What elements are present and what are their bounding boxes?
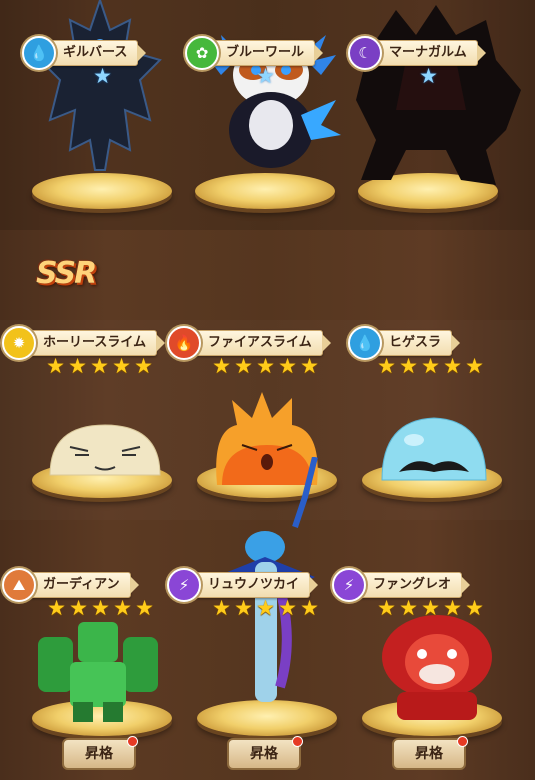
notification-dot	[292, 736, 303, 747]
star-icon: ★	[377, 596, 396, 620]
star-rating: ★ ★ ★ ★ ★	[376, 598, 485, 620]
star-icon: ★	[256, 64, 275, 88]
unit-card[interactable]: 💧 ギルバース ★	[20, 0, 190, 215]
ssr-badge: SSR	[36, 256, 97, 291]
star-rating: ★	[255, 66, 276, 88]
star-icon: ★	[278, 354, 297, 378]
water-element-icon: 💧	[22, 36, 56, 70]
star-icon: ★	[68, 354, 87, 378]
unit-card[interactable]: ✹ ホーリースライム ★ ★ ★ ★ ★	[0, 326, 172, 500]
unit-name: リュウノツカイ	[183, 572, 319, 598]
promote-button-label: 昇格	[415, 746, 443, 762]
fire-element-icon: 🔥	[167, 326, 201, 360]
star-icon: ★	[91, 596, 110, 620]
promote-button-label: 昇格	[250, 746, 278, 762]
dark-element-icon: ☾	[348, 36, 382, 70]
star-icon: ★	[465, 596, 484, 620]
wind-element-icon: ✿	[185, 36, 219, 70]
star-icon: ★	[256, 354, 275, 378]
star-icon: ★	[234, 596, 253, 620]
star-icon: ★	[421, 354, 440, 378]
unit-card[interactable]: ✿ ブルーワール ★	[183, 35, 353, 215]
creature-image	[381, 417, 487, 481]
star-rating: ★ ★ ★ ★ ★	[376, 356, 485, 378]
promote-button[interactable]: 昇格	[62, 736, 138, 770]
promote-button[interactable]: 昇格	[392, 736, 468, 770]
notification-dot	[127, 736, 138, 747]
creature-image	[382, 615, 492, 720]
star-icon: ★	[112, 354, 131, 378]
star-rating: ★	[92, 66, 113, 88]
unit-card[interactable]: ⛰ ガーディアン ★ ★ ★ ★ ★ 昇格	[0, 568, 172, 772]
star-icon: ★	[234, 354, 253, 378]
notification-dot	[457, 736, 468, 747]
star-rating: ★ ★ ★ ★ ★	[211, 598, 320, 620]
star-icon: ★	[135, 596, 154, 620]
star-rating: ★	[418, 66, 439, 88]
promote-button-label: 昇格	[85, 746, 113, 762]
star-rating: ★ ★ ★ ★ ★	[45, 356, 154, 378]
unit-card[interactable]: ☾ マーナガルム ★	[346, 5, 521, 215]
star-icon: ★	[300, 354, 319, 378]
star-icon: ★	[212, 354, 231, 378]
unit-card[interactable]: 💧 ヒゲスラ ★ ★ ★ ★ ★	[346, 326, 516, 500]
promote-button[interactable]: 昇格	[227, 736, 303, 770]
unit-card[interactable]: ⚡ ファングレオ ★ ★ ★ ★ ★ 昇格	[330, 568, 502, 772]
star-icon: ★	[256, 596, 275, 620]
thunder-element-icon: ⚡	[332, 568, 366, 602]
star-icon: ★	[419, 64, 438, 88]
star-icon: ★	[421, 596, 440, 620]
unit-name: ファイアスライム	[183, 330, 331, 356]
creature-image	[49, 424, 161, 476]
thunder-element-icon: ⚡	[167, 568, 201, 602]
star-icon: ★	[465, 354, 484, 378]
star-icon: ★	[443, 354, 462, 378]
star-icon: ★	[134, 354, 153, 378]
star-rating: ★ ★ ★ ★ ★	[46, 598, 155, 620]
star-icon: ★	[113, 596, 132, 620]
star-icon: ★	[399, 354, 418, 378]
light-element-icon: ✹	[2, 326, 36, 360]
star-icon: ★	[300, 596, 319, 620]
star-rating: ★ ★ ★ ★ ★	[211, 356, 320, 378]
star-icon: ★	[212, 596, 231, 620]
star-icon: ★	[399, 596, 418, 620]
star-icon: ★	[69, 596, 88, 620]
star-icon: ★	[46, 354, 65, 378]
unit-name: ホーリースライム	[18, 330, 166, 356]
unit-card[interactable]: ⚡ リュウノツカイ ★ ★ ★ ★ ★ 昇格	[165, 457, 337, 772]
creature-image	[38, 622, 158, 722]
star-icon: ★	[90, 354, 109, 378]
star-icon: ★	[47, 596, 66, 620]
creature-image	[356, 5, 521, 185]
water-element-icon: 💧	[348, 326, 382, 360]
earth-element-icon: ⛰	[2, 568, 36, 602]
star-icon: ★	[278, 596, 297, 620]
star-icon: ★	[443, 596, 462, 620]
star-icon: ★	[377, 354, 396, 378]
star-icon: ★	[93, 64, 112, 88]
creature-image	[38, 0, 162, 171]
